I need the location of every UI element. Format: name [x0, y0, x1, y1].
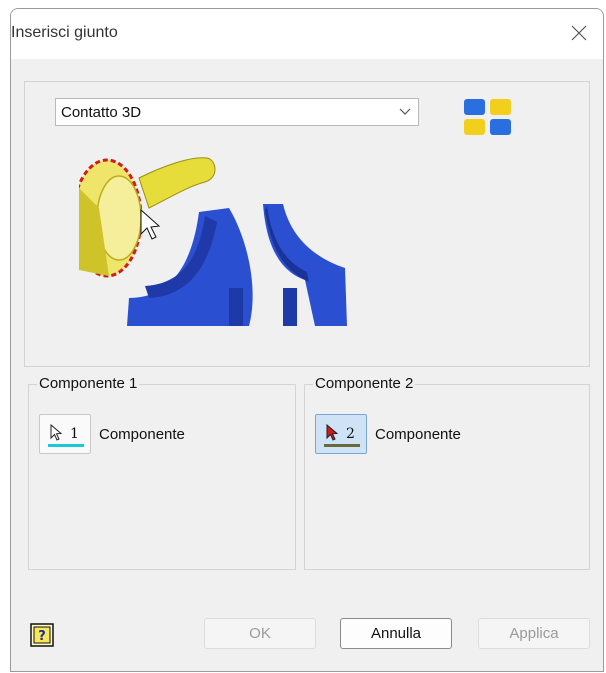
cancel-button[interactable]: Annulla	[340, 618, 452, 649]
cursor-arrow-icon	[326, 424, 339, 441]
component-1-number: 1	[70, 426, 79, 442]
component-1-select-button[interactable]: 1	[39, 414, 91, 454]
insert-joint-dialog: Inserisci giunto Contatto 3D Componente …	[10, 8, 604, 672]
dialog-title: Inserisci giunto	[11, 24, 118, 41]
chevron-down-icon	[399, 108, 411, 115]
component-1-underline	[48, 444, 84, 447]
component-1-text: Componente	[99, 426, 185, 443]
help-icon: ?	[30, 623, 54, 647]
component-1-label: Componente 1	[37, 375, 140, 392]
joint-type-value: Contatto 3D	[61, 103, 142, 121]
component-2-number: 2	[346, 426, 355, 442]
layout-grid-icon	[464, 99, 511, 135]
joint-preview-illustration	[79, 157, 347, 326]
help-button[interactable]: ?	[30, 623, 54, 647]
component-2-label: Componente 2	[313, 375, 416, 392]
layout-grid-button[interactable]	[461, 96, 517, 140]
component-2-underline	[324, 444, 360, 447]
component-2-text: Componente	[375, 426, 461, 443]
ok-button[interactable]: OK	[204, 618, 316, 649]
apply-button[interactable]: Applica	[478, 618, 590, 649]
joint-type-select[interactable]: Contatto 3D	[55, 98, 419, 126]
component-2-select-button[interactable]: 2	[315, 414, 367, 454]
component-1-group: Componente 1 1 Componente	[28, 375, 296, 570]
close-icon	[571, 25, 587, 41]
cursor-arrow-icon	[50, 424, 63, 441]
preview-panel: Contatto 3D	[24, 81, 590, 367]
close-button[interactable]	[561, 15, 597, 51]
component-2-group: Componente 2 2 Componente	[304, 375, 590, 570]
svg-text:?: ?	[38, 629, 46, 644]
title-bar: Inserisci giunto	[11, 9, 603, 59]
